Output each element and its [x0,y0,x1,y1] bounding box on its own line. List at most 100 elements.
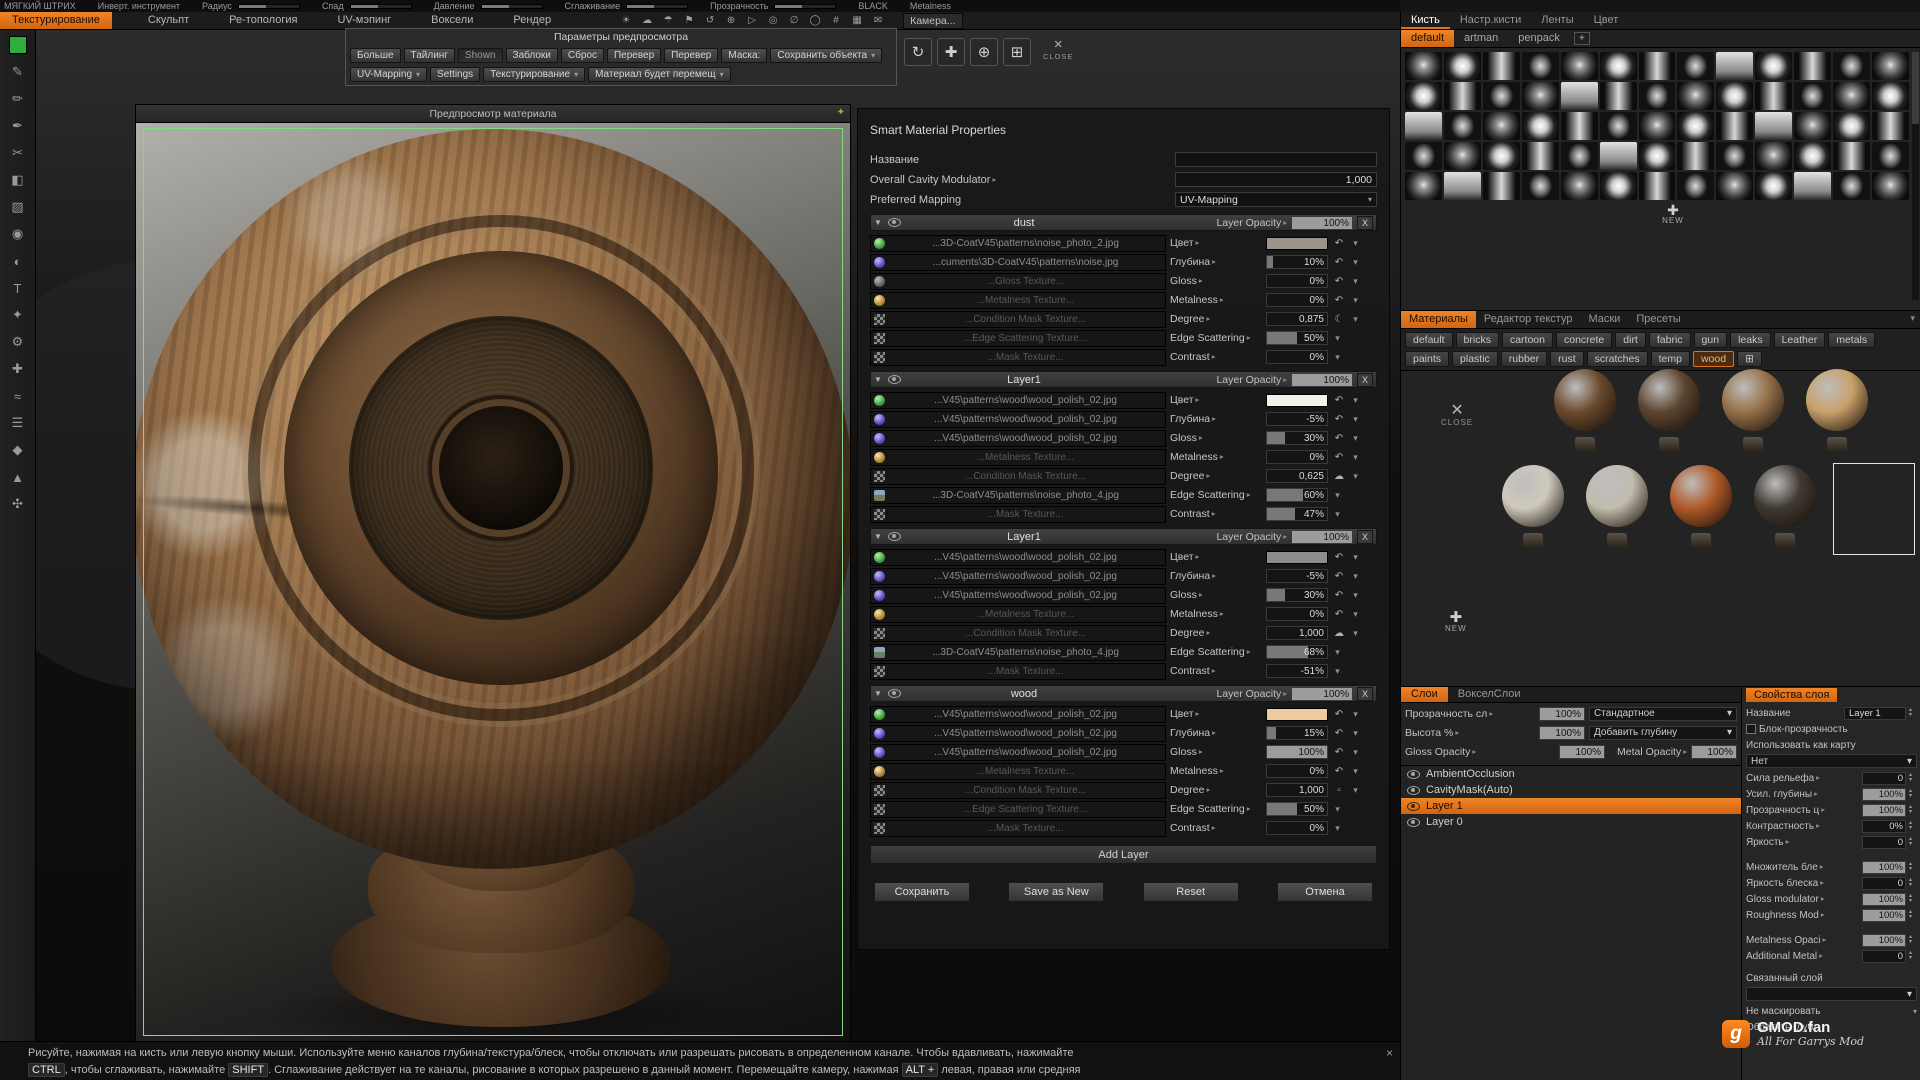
texture-slot-button[interactable]: ...Condition Mask Texture... [870,467,1166,485]
layer-group-header[interactable]: ▼ dust Layer Opacity 100% X [870,214,1377,231]
brush-preset[interactable] [1794,82,1832,110]
spinner-icon[interactable]: ▴ ▾ [1909,707,1917,718]
layer-name-value[interactable]: Layer 1 [1844,706,1906,720]
property-value[interactable]: 60% [1266,488,1328,502]
undo-icon[interactable]: ↶ [1332,552,1346,563]
property-value[interactable]: 0% [1266,764,1328,778]
materials-tab-2[interactable]: Маски [1580,311,1628,328]
undo-icon[interactable]: ↶ [1332,747,1346,758]
flag-icon[interactable]: ⚑ [682,15,696,26]
brush-preset[interactable] [1521,112,1559,140]
layer-opacity-value[interactable]: 100% [1291,686,1353,701]
brush-preset[interactable] [1716,82,1754,110]
material-name-input[interactable] [1175,152,1377,167]
brush-preset[interactable] [1443,142,1481,170]
prop-value[interactable]: 100% [1862,787,1906,801]
texture-slot-button[interactable]: ...Condition Mask Texture... [870,310,1166,328]
prop-value[interactable]: 100% [1862,933,1906,947]
undo-icon[interactable]: ↶ [1332,295,1346,306]
brush-preset[interactable] [1443,82,1481,110]
rotate-icon[interactable]: ↻ [904,38,932,66]
star-tool[interactable]: ✦ [6,305,30,325]
brush-preset[interactable] [1677,112,1715,140]
prop-value[interactable]: 0 [1862,835,1906,849]
brush-preset[interactable] [1755,112,1793,140]
materials-tab-1[interactable]: Редактор текстур [1476,311,1581,328]
umbrella-icon[interactable]: ☂ [661,15,675,26]
texture-slot-button[interactable]: ...V45\patterns\wood\wood_polish_02.jpg [870,548,1166,566]
height-value[interactable]: 100% [1539,725,1585,740]
chevron-down-icon[interactable]: ▾ [1350,590,1361,601]
pin-icon[interactable]: ✦ [837,107,845,118]
brush-preset[interactable] [1677,172,1715,200]
linked-layer-dropdown[interactable]: ▾ [1746,987,1917,1001]
collapse-toggle-icon[interactable]: ▼ [874,375,884,384]
spinner-icon[interactable]: ▴ ▾ [1909,788,1917,799]
texture-slot-button[interactable]: ...V45\patterns\wood\wood_polish_02.jpg [870,724,1166,742]
chevron-down-icon[interactable]: ▾ [1350,414,1361,425]
layer-opacity-value[interactable]: 100% [1291,215,1353,230]
undo-icon[interactable]: ↶ [1332,452,1346,463]
menu-tab-3[interactable]: UV-мэпинг [325,12,403,29]
brush-preset[interactable] [1794,52,1832,80]
zoom-icon[interactable]: ⊕ [970,38,998,66]
reset-button[interactable]: Reset [1142,882,1239,902]
chevron-down-icon[interactable]: ▾ [1350,276,1361,287]
params-button-6[interactable]: Перевер [664,47,719,63]
texture-slot-button[interactable]: ...Mask Texture... [870,348,1166,366]
texture-slot-button[interactable]: ...Metalness Texture... [870,762,1166,780]
layer-opacity-value[interactable]: 100% [1291,529,1353,544]
save-as-new-button[interactable]: Save as New [1008,882,1105,902]
chevron-down-icon[interactable]: ▾ [1350,395,1361,406]
property-value[interactable]: -5% [1266,569,1328,583]
texture-slot-button[interactable]: ...Metalness Texture... [870,448,1166,466]
chevron-down-icon[interactable]: ▾ [1350,766,1361,777]
chevron-down-icon[interactable]: ▾ [1350,433,1361,444]
square-icon[interactable]: ▫ [1332,785,1346,796]
spinner-icon[interactable]: ▴ ▾ [1909,772,1917,783]
metal-opacity-value[interactable]: 100% [1691,744,1737,759]
topbar-mini-control-6[interactable]: Прозрачность [710,1,837,11]
topbar-mini-control-8[interactable]: Metalness [910,1,951,11]
materials-tab-0[interactable]: Материалы [1401,311,1476,328]
material-thumbnail-4[interactable] [1493,463,1573,553]
material-category-rust[interactable]: rust [1550,351,1584,367]
brush-preset[interactable] [1833,82,1871,110]
params-button-2[interactable]: Shown [457,47,503,63]
undo-icon[interactable]: ↶ [1332,766,1346,777]
visibility-eye-icon[interactable] [1407,785,1420,795]
preview-canvas[interactable] [136,123,850,1043]
property-value[interactable]: 47% [1266,507,1328,521]
params-button-7[interactable]: Маска: [721,47,768,63]
brush-preset[interactable] [1521,142,1559,170]
materials-close-button[interactable]: ✕ CLOSE [1441,403,1473,428]
texture-slot-button[interactable]: ...Metalness Texture... [870,605,1166,623]
spinner-icon[interactable]: ▴ ▾ [1909,836,1917,847]
preview-window-titlebar[interactable]: Предпросмотр материала ✦ [136,105,850,123]
material-category-cartoon[interactable]: cartoon [1501,332,1553,348]
menu-tab-0[interactable]: Текстурирование [0,12,112,29]
params-dropdown-1[interactable]: Settings [430,66,481,82]
brush-preset[interactable] [1755,172,1793,200]
menu-tab-4[interactable]: Воксели [419,12,485,29]
visibility-eye-icon[interactable] [888,689,901,698]
brush-preset[interactable] [1716,172,1754,200]
shade-tool[interactable]: ◐ [6,251,30,271]
brush-tool[interactable]: ✎ [6,62,30,82]
property-value[interactable]: 50% [1266,331,1328,345]
property-value[interactable]: -51% [1266,664,1328,678]
texture-slot-button[interactable]: ...Edge Scattering Texture... [870,800,1166,818]
material-thumbnail-5[interactable] [1577,463,1657,553]
chevron-down-icon[interactable]: ▾ [1332,647,1343,658]
brush-preset[interactable] [1443,52,1481,80]
chevron-down-icon[interactable]: ▾ [1350,728,1361,739]
material-category-gun[interactable]: gun [1693,332,1728,348]
brush-panel-tab-1[interactable]: Настр.кисти [1450,12,1531,29]
collapse-toggle-icon[interactable]: ▼ [874,689,884,698]
brush-preset[interactable] [1638,112,1676,140]
layer-group-header[interactable]: ▼ wood Layer Opacity 100% X [870,685,1377,702]
undo-icon[interactable]: ↺ [703,15,717,26]
property-value[interactable]: 0% [1266,450,1328,464]
params-dropdown-0[interactable]: UV-Mapping ▾ [350,66,428,82]
delete-layer-button[interactable]: X [1357,529,1373,544]
